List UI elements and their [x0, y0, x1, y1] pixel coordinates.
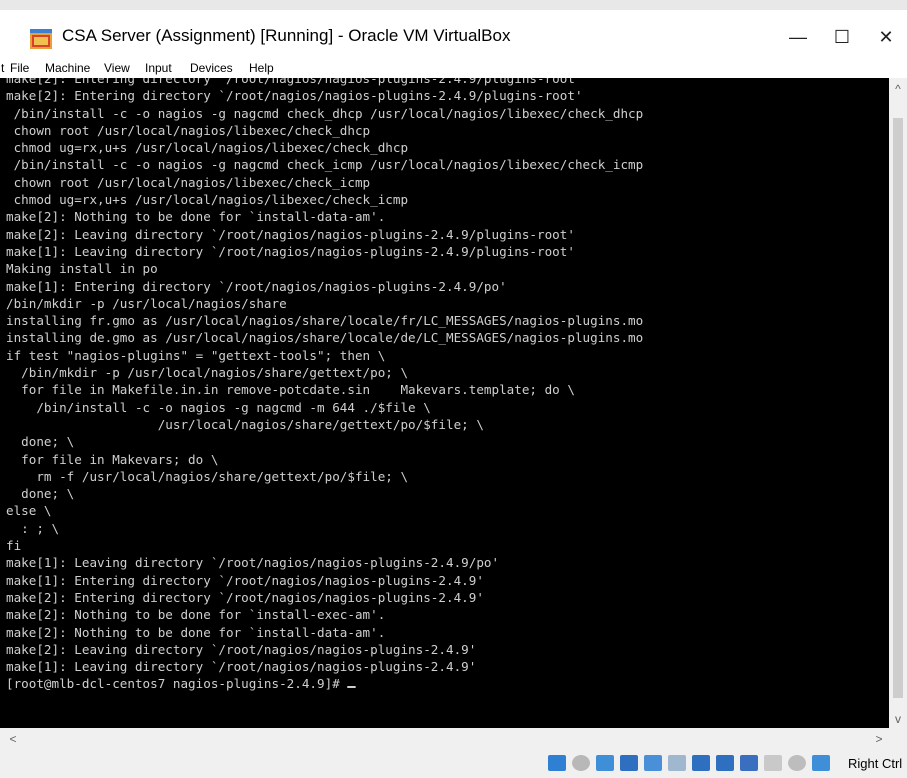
menu-file[interactable]: File: [10, 61, 29, 75]
console-line: Making install in po: [6, 262, 158, 277]
console-line: else \: [6, 504, 52, 519]
console-line: make[2]: Nothing to be done for `install…: [6, 608, 386, 623]
console-line: make[2]: Nothing to be done for `install…: [6, 210, 386, 225]
console-line: /bin/install -c -o nagios -g nagcmd chec…: [13, 106, 644, 121]
terminal-cursor: [347, 686, 356, 689]
menu-help[interactable]: Help: [249, 61, 274, 75]
console-line: chmod ug=rx,u+s /usr/local/nagios/libexe…: [13, 141, 409, 156]
horizontal-scrollbar[interactable]: < >: [0, 728, 907, 750]
console-line: make[2]: Leaving directory `/root/nagios…: [6, 227, 575, 242]
title-bar[interactable]: CSA Server (Assignment) [Running] - Orac…: [0, 10, 907, 58]
vertical-scroll-thumb[interactable]: [893, 118, 903, 698]
audio-icon[interactable]: [596, 755, 614, 771]
scroll-up-arrow-icon[interactable]: ^: [889, 82, 907, 96]
recording-icon[interactable]: [740, 755, 758, 771]
console-line: done; \: [21, 487, 75, 502]
console-line: done; \: [21, 435, 75, 450]
display-icon[interactable]: [692, 755, 710, 771]
maximize-button[interactable]: ☐: [820, 24, 864, 50]
mouse-integration-icon[interactable]: [788, 755, 806, 771]
console-line: rm -f /usr/local/nagios/share/gettext/po…: [36, 469, 409, 484]
console-line: make[2]: Leaving directory `/root/nagios…: [6, 642, 477, 657]
scroll-down-arrow-icon[interactable]: v: [889, 712, 907, 726]
console-line: for file in Makefile.in.in remove-potcda…: [21, 383, 575, 398]
console-line: : ; \: [21, 521, 60, 536]
host-key-label: Right Ctrl: [848, 756, 903, 771]
status-bar: Right Ctrl: [0, 750, 907, 778]
console-line: make[2]: Entering directory `/root/nagio…: [6, 78, 583, 86]
scroll-left-arrow-icon[interactable]: <: [4, 732, 22, 746]
shared-folders-icon[interactable]: [668, 755, 686, 771]
video-capture-icon[interactable]: [716, 755, 734, 771]
console-line: /bin/install -c -o nagios -g nagcmd chec…: [13, 158, 644, 173]
console-line: for file in Makevars; do \: [21, 452, 219, 467]
console-line: make[1]: Entering directory `/root/nagio…: [6, 573, 484, 588]
console-line: make[2]: Nothing to be done for `install…: [6, 625, 386, 640]
menu-view[interactable]: View: [104, 61, 130, 75]
usb-icon[interactable]: [644, 755, 662, 771]
menu-prefix: t: [1, 61, 5, 75]
console-line: /bin/install -c -o nagios -g nagcmd -m 6…: [36, 400, 431, 415]
console-line: /bin/mkdir -p /usr/local/nagios/share/ge…: [21, 366, 409, 381]
close-button[interactable]: ✕: [864, 24, 907, 50]
console-line: chmod ug=rx,u+s /usr/local/nagios/libexe…: [13, 193, 409, 208]
console-line: installing de.gmo as /usr/local/nagios/s…: [6, 331, 644, 346]
menu-input[interactable]: Input: [145, 61, 172, 75]
minimize-button[interactable]: —: [776, 24, 820, 50]
console-line: chown root /usr/local/nagios/libexec/che…: [13, 175, 371, 190]
console-line: make[1]: Leaving directory `/root/nagios…: [6, 244, 575, 259]
keyboard-capture-icon[interactable]: [812, 755, 830, 771]
window-title: CSA Server (Assignment) [Running] - Orac…: [62, 26, 511, 45]
console-line: make[2]: Entering directory `/root/nagio…: [6, 89, 583, 104]
console-line: if test "nagios-plugins" = "gettext-tool…: [6, 348, 386, 363]
console-line: make[2]: Entering directory `/root/nagio…: [6, 590, 484, 605]
console-line: fi: [6, 539, 22, 554]
shell-prompt: [root@mlb-dcl-centos7 nagios-plugins-2.4…: [6, 677, 348, 692]
vm-console-screen[interactable]: make[2]: Entering directory `/root/nagio…: [0, 78, 889, 728]
optical-drive-icon[interactable]: [572, 755, 590, 771]
console-line: /bin/mkdir -p /usr/local/nagios/share: [6, 296, 287, 311]
harddisk-icon[interactable]: [548, 755, 566, 771]
console-line: make[1]: Leaving directory `/root/nagios…: [6, 556, 500, 571]
console-output: make[2]: Entering directory `/root/nagio…: [6, 78, 643, 694]
console-line: chown root /usr/local/nagios/libexec/che…: [13, 123, 371, 138]
cpu-icon[interactable]: [764, 755, 782, 771]
vertical-scrollbar[interactable]: ^ v: [889, 78, 907, 728]
menu-machine[interactable]: Machine: [45, 61, 90, 75]
console-line: make[1]: Leaving directory `/root/nagios…: [6, 660, 477, 675]
menu-devices[interactable]: Devices: [190, 61, 233, 75]
scroll-right-arrow-icon[interactable]: >: [870, 732, 888, 746]
virtualbox-app-icon: [30, 29, 52, 49]
console-line: /usr/local/nagios/share/gettext/po/$file…: [157, 417, 484, 432]
network-icon[interactable]: [620, 755, 638, 771]
console-line: installing fr.gmo as /usr/local/nagios/s…: [6, 314, 644, 329]
menu-bar: t File Machine View Input Devices Help: [0, 58, 907, 78]
console-line: make[1]: Entering directory `/root/nagio…: [6, 279, 507, 294]
